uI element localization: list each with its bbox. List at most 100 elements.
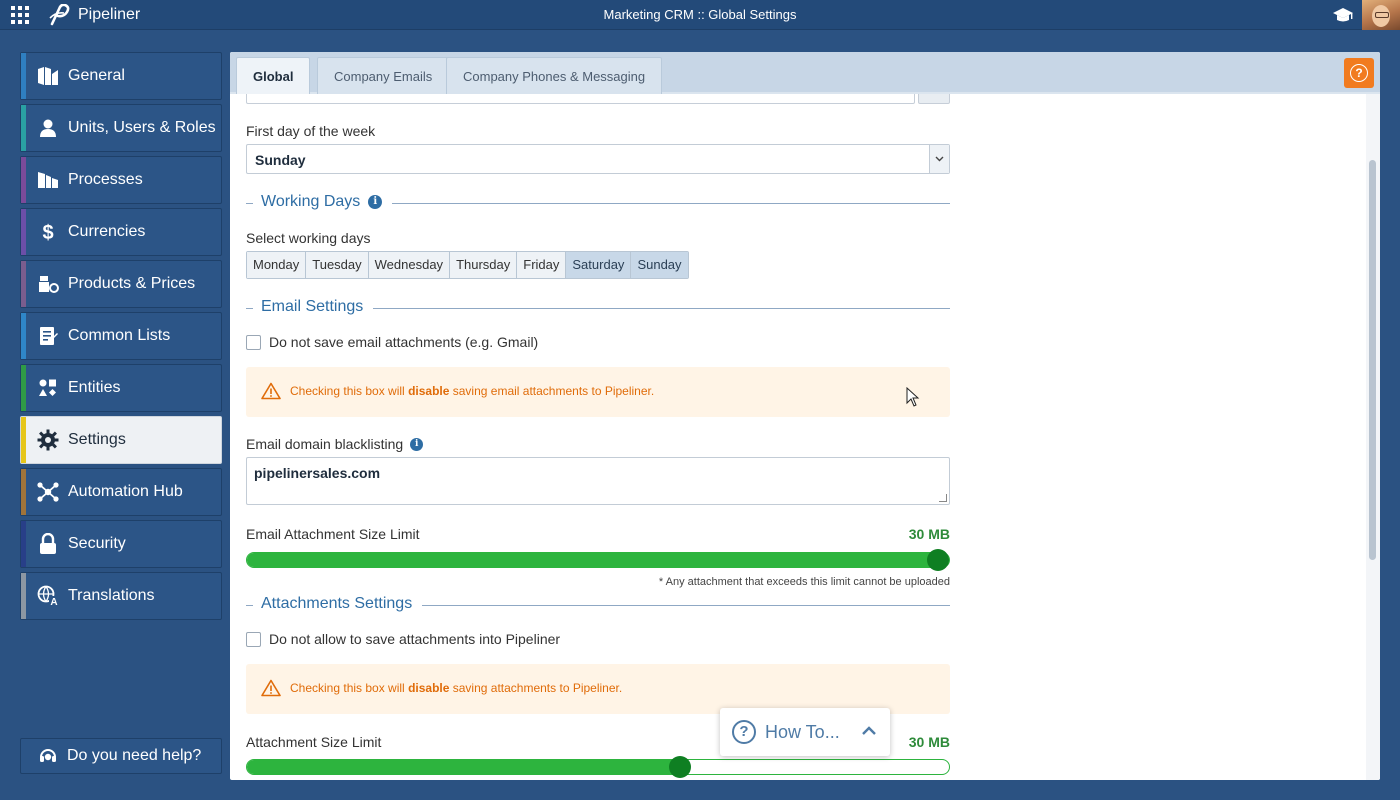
sidebar-item-label: Processes <box>68 171 143 188</box>
truncated-button[interactable] <box>918 94 950 104</box>
email-limit-fill <box>247 553 949 567</box>
first-day-value: Sunday <box>255 152 306 168</box>
question-circle-icon: ? <box>732 720 756 744</box>
sidebar-item-stripe <box>21 53 26 99</box>
headset-icon <box>37 745 59 767</box>
working-days-section: Working Days i <box>246 193 950 215</box>
warning-icon <box>261 679 281 697</box>
main-panel: Global Company Emails Company Phones & M… <box>230 52 1380 780</box>
sidebar-item-stripe <box>21 105 26 151</box>
truncated-input[interactable] <box>246 94 915 104</box>
sidebar-item-stripe <box>21 521 26 567</box>
email-limit-value: 30 MB <box>908 526 950 542</box>
info-icon[interactable]: i <box>410 437 424 451</box>
content-scrollbar[interactable] <box>1366 94 1380 780</box>
general-icon <box>37 65 59 87</box>
attach-limit-fill <box>247 760 681 774</box>
sidebar-item-general[interactable]: General <box>20 52 222 100</box>
entities-icon <box>37 377 59 399</box>
attach-limit-slider[interactable] <box>246 756 950 778</box>
sidebar-item-label: Common Lists <box>68 327 171 344</box>
attach-limit-handle[interactable] <box>669 756 692 778</box>
day-toggle-sunday[interactable]: Sunday <box>631 252 688 278</box>
sidebar-item-stripe <box>21 209 26 255</box>
sidebar-item-translations[interactable]: A Translations <box>20 572 222 620</box>
sidebar-item-label: Units, Users & Roles <box>68 119 216 136</box>
day-toggle-friday[interactable]: Friday <box>517 252 567 278</box>
email-limit-slider[interactable] <box>246 549 950 571</box>
email-settings-title: Email Settings <box>261 298 364 315</box>
day-toggle-thursday[interactable]: Thursday <box>450 252 518 278</box>
attach-warning-text: Checking this box will disable saving at… <box>290 681 623 695</box>
help-button[interactable]: ? <box>1344 58 1374 88</box>
how-to-label: How To... <box>765 721 840 742</box>
gear-icon <box>37 429 59 451</box>
warning-icon <box>261 382 281 400</box>
first-day-select[interactable]: Sunday <box>246 144 950 174</box>
list-icon <box>37 325 59 347</box>
sidebar-item-products-prices[interactable]: Products & Prices <box>20 260 222 308</box>
sidebar-item-settings[interactable]: Settings <box>20 416 222 464</box>
sidebar-item-automation-hub[interactable]: Automation Hub <box>20 468 222 516</box>
day-toggle-wednesday[interactable]: Wednesday <box>368 252 451 278</box>
email-attachments-checkbox-row[interactable]: Do not save email attachments (e.g. Gmai… <box>246 333 538 351</box>
sidebar-item-stripe <box>21 261 26 307</box>
sidebar-item-processes[interactable]: Processes <box>20 156 222 204</box>
first-day-label: First day of the week <box>246 123 376 139</box>
email-limit-label: Email Attachment Size Limit <box>246 526 420 542</box>
translate-icon: A <box>37 585 59 607</box>
email-attachments-checkbox-label: Do not save email attachments (e.g. Gmai… <box>269 334 539 350</box>
chevron-down-icon[interactable] <box>929 145 949 173</box>
tab-company-phones-messaging[interactable]: Company Phones & Messaging <box>446 57 663 94</box>
scrollbar-thumb[interactable] <box>1369 160 1376 560</box>
email-settings-section: Email Settings <box>246 298 950 320</box>
sidebar-item-units-users-roles[interactable]: Units, Users & Roles <box>20 104 222 152</box>
chevron-up-icon[interactable] <box>862 724 876 738</box>
blacklist-value: pipelinersales.com <box>254 465 381 481</box>
apps-grid-icon[interactable] <box>11 6 29 24</box>
day-toggle-monday[interactable]: Monday <box>247 252 307 278</box>
lock-icon <box>37 533 59 555</box>
sidebar-item-label: General <box>68 67 125 84</box>
info-icon[interactable]: i <box>368 195 383 209</box>
logo-text: Pipeliner <box>78 6 141 23</box>
blacklist-textarea[interactable]: pipelinersales.com <box>246 457 950 505</box>
sidebar-item-label: Products & Prices <box>68 275 196 292</box>
sidebar-item-stripe <box>21 573 26 619</box>
email-warning-text: Checking this box will disable saving em… <box>290 384 655 398</box>
day-toggle-saturday[interactable]: Saturday <box>566 252 632 278</box>
sidebar-item-label: Entities <box>68 379 121 396</box>
attachments-checkbox-row[interactable]: Do not allow to save attachments into Pi… <box>246 630 560 648</box>
graduation-cap-icon[interactable] <box>1332 6 1354 24</box>
email-attachments-checkbox[interactable] <box>246 334 261 350</box>
sidebar-item-label: Security <box>68 535 126 552</box>
resize-grip-icon[interactable] <box>939 494 947 502</box>
sidebar-item-security[interactable]: Security <box>20 520 222 568</box>
tab-company-emails[interactable]: Company Emails <box>317 57 450 94</box>
sidebar-item-stripe <box>21 365 26 411</box>
sidebar-item-currencies[interactable]: $ Currencies <box>20 208 222 256</box>
attachments-settings-section: Attachments Settings <box>246 595 950 617</box>
working-days-selector: Monday Tuesday Wednesday Thursday Friday Satu… <box>246 251 689 279</box>
user-avatar[interactable] <box>1362 0 1400 30</box>
blacklist-label-row: Email domain blacklisting i <box>246 436 424 452</box>
need-help-button[interactable]: Do you need help? <box>20 738 222 774</box>
email-limit-handle[interactable] <box>927 549 949 571</box>
settings-content: First day of the week Sunday Working Day… <box>246 94 950 780</box>
sidebar-item-common-lists[interactable]: Common Lists <box>20 312 222 360</box>
email-limit-note: * Any attachment that exceeds this limit… <box>658 576 950 588</box>
email-limit-row: Email Attachment Size Limit 30 MB <box>246 526 950 544</box>
app-logo[interactable]: Pipeliner <box>48 4 140 26</box>
need-help-label: Do you need help? <box>67 747 202 764</box>
automation-icon <box>37 481 59 503</box>
sidebar-item-entities[interactable]: Entities <box>20 364 222 412</box>
day-toggle-tuesday[interactable]: Tuesday <box>306 252 369 278</box>
sidebar-item-label: Automation Hub <box>68 483 183 500</box>
how-to-widget[interactable]: ? How To... <box>720 708 890 756</box>
attachments-warning: Checking this box will disable saving at… <box>246 664 950 714</box>
attach-limit-label: Attachment Size Limit <box>246 734 382 750</box>
sidebar-item-stripe <box>21 157 26 203</box>
tab-global[interactable]: Global <box>236 57 311 94</box>
attach-limit-value: 30 MB <box>908 734 950 750</box>
attachments-checkbox[interactable] <box>246 631 261 647</box>
